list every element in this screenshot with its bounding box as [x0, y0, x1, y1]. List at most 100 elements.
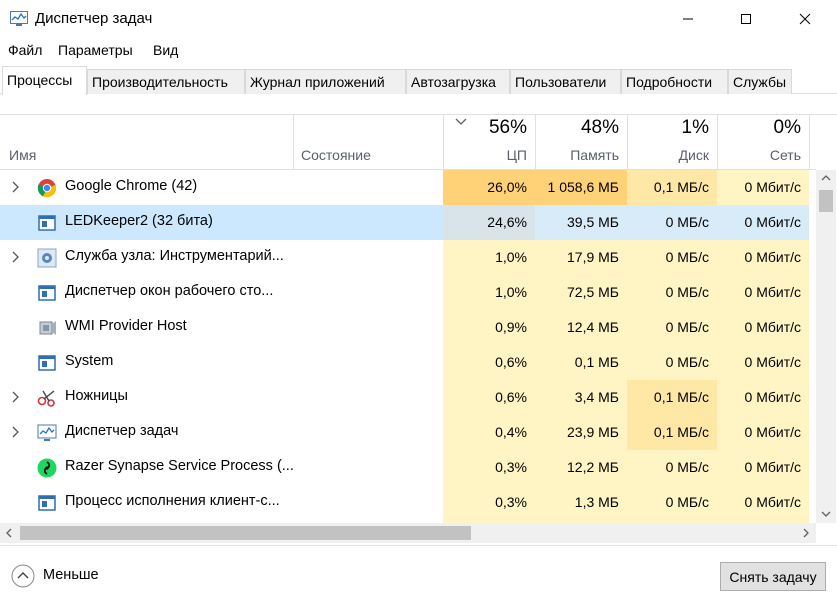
tab-startup[interactable]: Автозагрузка [406, 69, 510, 94]
table-row[interactable]: Диспетчер задач 0,4% 23,9 МБ 0,1 МБ/с 0 Мбит… [0, 415, 816, 450]
network-value: 0 Мбит/с [717, 310, 809, 345]
network-value: 0 Мбит/с [717, 345, 809, 380]
cpu-value: 24,6% [443, 205, 535, 240]
cpu-total-percent[interactable]: 56% [443, 117, 527, 139]
cpu-value: 1,0% [443, 275, 535, 310]
horizontal-scroll-thumb[interactable] [20, 526, 471, 540]
tab-details[interactable]: Подробности [621, 69, 728, 94]
expand-chevron-icon[interactable] [10, 424, 22, 440]
process-name: Процесс исполнения клиент-с... [65, 493, 280, 509]
memory-value: 12,4 МБ [535, 310, 627, 345]
collapse-up-icon[interactable] [11, 564, 35, 588]
table-row[interactable]: WMI Provider Host 0,9% 12,4 МБ 0 МБ/с 0 Мбит… [0, 310, 816, 345]
razer-icon [37, 458, 57, 478]
disk-value: 0,1 МБ/с [627, 170, 717, 205]
process-name: Диспетчер задач [65, 423, 179, 439]
network-value: 0 Мбит/с [717, 485, 809, 520]
scroll-down-icon[interactable] [820, 510, 832, 518]
tab-users[interactable]: Пользователи [510, 69, 621, 94]
memory-value: 12,2 МБ [535, 450, 627, 485]
fewer-details-link[interactable]: Меньше [43, 567, 99, 583]
table-row[interactable]: Служба узла: Инструментарий... 1,0% 17,9 М… [0, 240, 816, 275]
disk-value: 0 МБ/с [627, 345, 717, 380]
tab-processes[interactable]: Процессы [2, 66, 87, 95]
cpu-value: 26,0% [443, 170, 535, 205]
minimize-button[interactable] [665, 0, 711, 38]
memory-total-percent[interactable]: 48% [535, 117, 619, 139]
column-header-memory[interactable]: Память [535, 147, 619, 163]
network-value: 0 Мбит/с [717, 240, 809, 275]
column-divider[interactable] [809, 114, 810, 169]
cpu-value: 0,3% [443, 450, 535, 485]
cpu-value: 0,3% [443, 485, 535, 520]
column-divider[interactable] [293, 114, 294, 169]
end-task-button[interactable]: Снять задачу [720, 562, 826, 591]
scroll-up-icon[interactable] [820, 174, 832, 182]
network-value: 0 Мбит/с [717, 275, 809, 310]
table-row[interactable]: Ножницы 0,6% 3,4 МБ 0,1 МБ/с 0 Мбит/с [0, 380, 816, 415]
table-row[interactable]: LEDKeeper2 (32 бита) 24,6% 39,5 МБ 0 МБ/с 0 … [0, 205, 816, 240]
process-name: WMI Provider Host [65, 318, 187, 334]
column-header-state[interactable]: Состояние [301, 147, 371, 163]
process-name: Диспетчер окон рабочего сто... [65, 283, 274, 299]
disk-total-percent[interactable]: 1% [627, 117, 709, 139]
vertical-scroll-thumb[interactable] [819, 190, 833, 212]
menu-view[interactable]: Вид [153, 42, 178, 58]
maximize-button[interactable] [723, 0, 769, 38]
network-value: 0 Мбит/с [717, 205, 809, 240]
menu-options[interactable]: Параметры [58, 42, 133, 58]
tab-bar: Процессы Производительность Журнал прило… [0, 66, 837, 95]
cpu-value: 0,6% [443, 345, 535, 380]
memory-value: 17,9 МБ [535, 240, 627, 275]
disk-value: 0 МБ/с [627, 450, 717, 485]
tab-performance[interactable]: Производительность [87, 69, 245, 94]
disk-value: 0 МБ/с [627, 485, 717, 520]
cpu-value: 0,4% [443, 415, 535, 450]
disk-value: 0 МБ/с [627, 240, 717, 275]
disk-value: 0,1 МБ/с [627, 380, 717, 415]
expand-chevron-icon[interactable] [10, 389, 22, 405]
close-icon [799, 13, 811, 25]
network-total-percent[interactable]: 0% [717, 117, 801, 139]
close-button[interactable] [782, 0, 828, 38]
table-row[interactable]: Процесс исполнения клиент-с... 0,3% 1,3 МБ… [0, 485, 816, 520]
tab-services[interactable]: Службы [728, 69, 792, 94]
app-window-icon [37, 353, 57, 373]
network-value: 0 Мбит/с [717, 170, 809, 205]
expand-chevron-icon[interactable] [10, 179, 22, 195]
expand-chevron-icon[interactable] [10, 249, 22, 265]
memory-value: 72,5 МБ [535, 275, 627, 310]
network-value: 0 Мбит/с [717, 450, 809, 485]
table-row[interactable]: Razer Synapse Service Process (... 0,3% 12… [0, 450, 816, 485]
scissors-icon [37, 388, 57, 408]
process-name: LEDKeeper2 (32 бита) [65, 213, 213, 229]
maximize-icon [741, 14, 751, 24]
process-name: Razer Synapse Service Process (... [65, 458, 294, 474]
task-manager-icon [10, 11, 28, 26]
memory-value: 39,5 МБ [535, 205, 627, 240]
menu-bar: Файл Параметры Вид [0, 40, 837, 62]
disk-value: 0,1 МБ/с [627, 415, 717, 450]
column-header-name[interactable]: Имя [9, 147, 36, 163]
cpu-value: 0,6% [443, 380, 535, 415]
table-row[interactable]: Диспетчер окон рабочего сто... 1,0% 72,5 М… [0, 275, 816, 310]
task-manager-icon [37, 423, 57, 443]
process-name: Ножницы [65, 388, 128, 404]
vertical-scrollbar[interactable] [816, 170, 836, 523]
menu-file[interactable]: Файл [8, 42, 42, 58]
app-window-icon [37, 213, 57, 233]
title-bar: Диспетчер задач [0, 0, 837, 38]
process-name: System [65, 353, 114, 369]
scroll-right-icon[interactable] [802, 527, 810, 539]
scroll-left-icon[interactable] [5, 527, 13, 539]
column-header-disk[interactable]: Диск [627, 147, 709, 163]
network-value: 0 Мбит/с [717, 415, 809, 450]
tab-app-history[interactable]: Журнал приложений [245, 69, 406, 94]
table-row[interactable]: Google Chrome (42) 26,0% 1 058,6 МБ 0,1 МБ/… [0, 170, 816, 205]
app-window-icon [37, 283, 57, 303]
table-row[interactable]: System 0,6% 0,1 МБ 0 МБ/с 0 Мбит/с [0, 345, 816, 380]
column-header-network[interactable]: Сеть [717, 147, 801, 163]
column-header-cpu[interactable]: ЦП [443, 147, 527, 163]
network-value: 0 Мбит/с [717, 380, 809, 415]
wmi-icon [37, 318, 57, 338]
